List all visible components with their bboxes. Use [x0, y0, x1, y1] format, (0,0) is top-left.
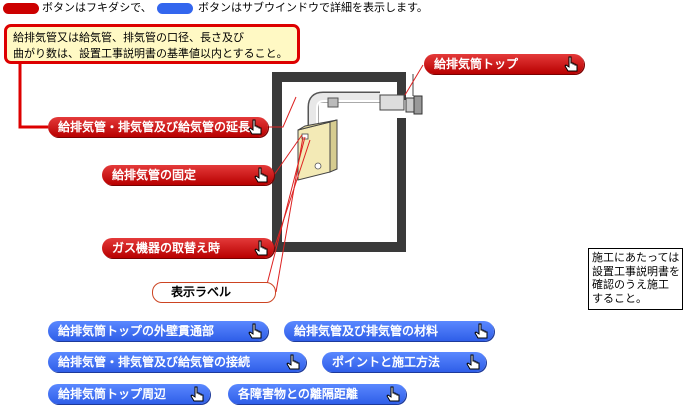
vent-surroundings-button[interactable]: 給排気筒トップ周辺 [48, 384, 210, 404]
note-line-4: すること。 [592, 291, 647, 305]
hand-pointer-icon [252, 239, 270, 257]
callout-line-1: 給排気管又は給気管、排気管の口径、長さ及び [13, 31, 244, 44]
vent-top-button-label: 給排気筒トップ [434, 57, 519, 71]
obstacle-clearance-button-label: 各障害物との離隔距離 [238, 387, 358, 401]
hand-pointer-icon [284, 353, 302, 371]
pipe-connection-button-label: 給排気管・排気管及び給気管の接続 [58, 355, 251, 369]
note-line-2: 設置工事説明書を [592, 264, 680, 278]
vent-top-button[interactable]: 給排気筒トップ [424, 54, 584, 74]
pipe-fixing-button-label: 給排気管の固定 [112, 168, 197, 182]
appliance-replace-button-label: ガス機器の取替え時 [112, 241, 221, 255]
legend-red-swatch [3, 3, 39, 14]
legend-blue-swatch [157, 3, 193, 14]
points-method-button[interactable]: ポイントと施工方法 [322, 352, 486, 372]
hand-pointer-icon [464, 353, 482, 371]
hand-pointer-icon [246, 118, 264, 136]
callout-connector [18, 64, 48, 129]
hand-pointer-icon [252, 166, 270, 184]
display-label-text: 表示ラベル [171, 285, 232, 299]
pipe-connection-button[interactable]: 給排気管・排気管及び給気管の接続 [48, 352, 306, 372]
vent-surroundings-button-label: 給排気筒トップ周辺 [58, 387, 167, 401]
obstacle-clearance-button[interactable]: 各障害物との離隔距離 [228, 384, 406, 404]
construction-note: 施工にあたっては 設置工事説明書を 確認のうえ施工 すること。 [588, 248, 683, 310]
pipe-extension-button-label: 給排気管・排気管及び給気管の延長 [58, 120, 251, 134]
pipe-materials-button-label: 給排気管及び排気管の材料 [294, 324, 439, 338]
callout-line-2: 曲がり数は、設置工事説明書の基準値以内とすること。 [13, 47, 288, 60]
wall-penetration-button-label: 給排気筒トップの外壁貫通部 [58, 324, 215, 338]
appliance-replace-button[interactable]: ガス機器の取替え時 [102, 238, 274, 258]
hand-pointer-icon [384, 385, 402, 403]
hand-pointer-icon [472, 322, 490, 340]
pipe-materials-button[interactable]: 給排気管及び排気管の材料 [284, 321, 494, 341]
legend-red-text: ボタンはフキダシで、 [42, 1, 152, 14]
note-line-3: 確認のうえ施工 [592, 278, 669, 291]
hand-pointer-icon [188, 385, 206, 403]
hand-pointer-icon [562, 55, 580, 73]
pipe-extension-button[interactable]: 給排気管・排気管及び給気管の延長 [48, 117, 268, 137]
note-line-1: 施工にあたっては [592, 251, 680, 264]
points-method-button-label: ポイントと施工方法 [332, 355, 441, 369]
gas-heater [297, 119, 338, 181]
legend-blue-text: ボタンはサブウインドウで詳細を表示します。 [198, 1, 428, 14]
hand-pointer-icon [246, 322, 264, 340]
display-label-box[interactable]: 表示ラベル [152, 282, 276, 303]
pipe-fixing-button[interactable]: 給排気管の固定 [102, 165, 274, 185]
callout-note: 給排気管又は給気管、排気管の口径、長さ及び 曲がり数は、設置工事説明書の基準値以… [4, 24, 300, 64]
wall-penetration-button[interactable]: 給排気筒トップの外壁貫通部 [48, 321, 268, 341]
